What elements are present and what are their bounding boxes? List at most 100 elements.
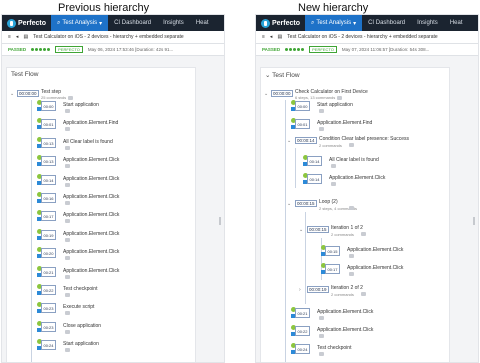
expand-chevron-icon[interactable]: ⌄ (299, 227, 303, 233)
step-label[interactable]: Start application (63, 341, 99, 347)
step-time: 00:23 (41, 303, 56, 313)
step-label[interactable]: All Clear label is found (329, 157, 379, 163)
step-time: 00:17 (325, 264, 340, 274)
step-label[interactable]: Application.Element.Click (63, 212, 119, 218)
screenshot-icon (65, 201, 70, 205)
report-icon: ▤ (23, 34, 29, 40)
step-label[interactable]: Application.Element.Click (329, 175, 385, 181)
step-time: 00:24 (41, 340, 56, 350)
step-label[interactable]: Application.Element.Click (317, 327, 373, 333)
step-label[interactable]: All Clear label is found (63, 139, 113, 145)
step-label[interactable]: Application.Element.Find (317, 120, 372, 126)
scroll-thumb[interactable] (473, 217, 475, 225)
status-passed: PASSED (8, 47, 27, 52)
expand-chevron-icon[interactable]: ⌄ (287, 138, 291, 144)
group-label[interactable]: Iteration 2 of 2 (331, 285, 363, 291)
step-label[interactable]: Application.Element.Click (63, 176, 119, 182)
tab-ci-dashboard[interactable]: CI Dashboard (362, 20, 411, 26)
brand-logo[interactable]: Perfecto (256, 18, 305, 28)
device-icon (37, 291, 41, 295)
screenshot-icon (65, 256, 70, 260)
run-date: May 07, 2024 11:06:57 [Duration: 54s 308… (341, 47, 430, 52)
scrollbar[interactable] (468, 67, 478, 362)
tab-insights[interactable]: Insights (157, 20, 190, 26)
expand-chevron-icon[interactable]: ⌄ (287, 201, 291, 207)
root-step-sub: 6 steps, 13 commands (295, 95, 343, 100)
root-time: 00:00:00 (271, 90, 293, 97)
test-flow-title: ⌄ Test Flow (265, 72, 300, 79)
device-icon (37, 236, 41, 240)
step-label[interactable]: Application.Element.Click (63, 268, 119, 274)
search-icon: ⌕ (311, 19, 315, 26)
tab-test-analysis[interactable]: ⌕ Test Analysis ▾ (305, 15, 363, 31)
device-icon (291, 125, 295, 129)
perfecto-logo-icon (7, 18, 16, 28)
run-date: May 06, 2024 17:53:46 [Duration: 42s 91.… (87, 47, 174, 52)
screenshot-icon (65, 275, 70, 279)
step-time: 00:01 (41, 119, 56, 129)
step-label[interactable]: Application.Element.Click (63, 194, 119, 200)
step-time: 00:19 (41, 230, 56, 240)
perfecto-badge: PERFECTO (55, 46, 83, 53)
group-time: 00:00:15 (295, 200, 317, 207)
step-time: 00:01 (295, 119, 310, 129)
perfecto-logo-icon (261, 18, 270, 28)
screenshot-icon (349, 143, 354, 147)
menu-icon[interactable]: ≡ (262, 34, 265, 40)
screenshot-icon (65, 183, 70, 187)
tab-ci-dashboard[interactable]: CI Dashboard (108, 20, 157, 26)
back-arrow-icon[interactable]: ◂ (270, 34, 273, 40)
step-label[interactable]: Application.Element.Click (347, 247, 403, 253)
step-label[interactable]: Execute script (63, 304, 94, 310)
step-label[interactable]: Close application (63, 323, 101, 329)
scroll-thumb[interactable] (219, 217, 221, 225)
step-label[interactable]: Application.Element.Click (317, 309, 373, 315)
tab-label: Test Analysis (316, 20, 352, 26)
device-icon (291, 350, 295, 354)
back-arrow-icon[interactable]: ◂ (16, 34, 19, 40)
step-time: 00:23 (41, 322, 56, 332)
step-time: 00:16 (41, 193, 56, 203)
device-icon (37, 199, 41, 203)
step-label[interactable]: Test checkpoint (63, 286, 97, 292)
tab-heat[interactable]: Heat (190, 20, 215, 26)
brand-name: Perfecto (18, 19, 47, 27)
device-icon (291, 314, 295, 318)
device-icon (37, 273, 41, 277)
tree-line (295, 148, 296, 188)
screenshot-icon (319, 352, 324, 356)
expand-chevron-icon[interactable]: › (299, 287, 301, 293)
step-time: 00:13 (41, 138, 56, 148)
step-label[interactable]: Start application (63, 102, 99, 108)
collapse-chevron-icon[interactable]: ⌄ (10, 91, 14, 97)
step-label[interactable]: Application.Element.Click (63, 231, 119, 237)
group-label[interactable]: Loop (2) (319, 199, 338, 205)
device-icon (37, 181, 41, 185)
step-label[interactable]: Application.Element.Click (63, 157, 119, 163)
scrollbar[interactable] (214, 67, 224, 362)
step-label[interactable]: Test checkpoint (317, 345, 351, 351)
brand-logo[interactable]: Perfecto (2, 18, 51, 28)
step-time: 00:21 (41, 267, 56, 277)
step-time: 00:17 (41, 211, 56, 221)
step-label[interactable]: Application.Element.Click (347, 265, 403, 271)
menu-icon[interactable]: ≡ (8, 34, 11, 40)
tree-line (31, 100, 32, 362)
screenshot-icon (68, 95, 74, 100)
previous-hierarchy-panel: Perfecto ⌕ Test Analysis ▾ CI Dashboard In… (1, 14, 225, 363)
step-label[interactable]: Application.Element.Click (63, 249, 119, 255)
report-title: Test Calculator on iOS - 2 devices - hie… (287, 34, 438, 40)
collapse-chevron-icon[interactable]: ⌄ (264, 91, 268, 97)
device-icon (321, 270, 325, 274)
step-label[interactable]: Start application (317, 102, 353, 108)
step-label[interactable]: Application.Element.Find (63, 120, 118, 126)
step-time: 00:21 (295, 308, 310, 318)
chevron-down-icon: ▾ (353, 20, 357, 27)
screenshot-icon (65, 293, 70, 297)
group-label[interactable]: Condition Clear label presence: Success (319, 136, 409, 142)
tab-heat[interactable]: Heat (444, 20, 469, 26)
tab-insights[interactable]: Insights (411, 20, 444, 26)
tab-test-analysis[interactable]: ⌕ Test Analysis ▾ (51, 15, 109, 31)
screenshot-icon (65, 311, 70, 315)
group-label[interactable]: Iteration 1 of 2 (331, 225, 363, 231)
